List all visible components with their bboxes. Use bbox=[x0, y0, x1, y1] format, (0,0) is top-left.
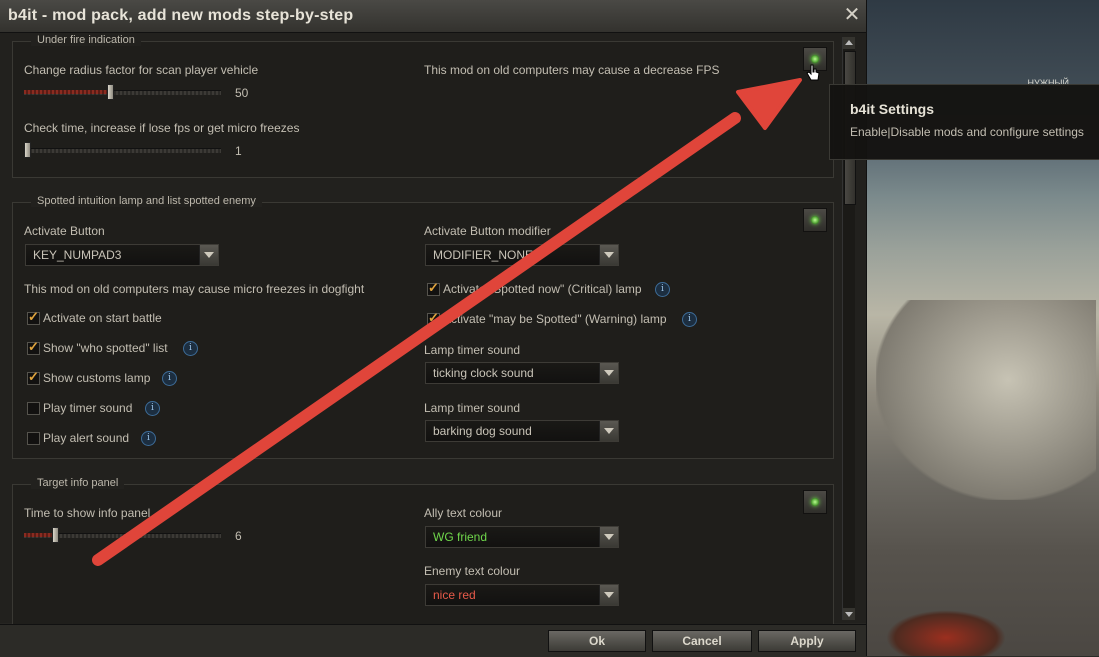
lamp-icon[interactable] bbox=[803, 490, 827, 514]
dropdown-value: KEY_NUMPAD3 bbox=[33, 248, 122, 262]
custom-lamp-checkbox[interactable] bbox=[27, 369, 40, 385]
check-time-value: 1 bbox=[235, 144, 242, 158]
check-time-label: Check time, increase if lose fps or get … bbox=[24, 121, 300, 135]
apply-button[interactable]: Apply bbox=[758, 630, 856, 652]
lamp-timer-label: Lamp timer sound bbox=[424, 401, 521, 415]
ally-colour-dropdown[interactable]: WG friend bbox=[425, 526, 619, 548]
settings-window: b4it - mod pack, add new mods step-by-st… bbox=[0, 0, 867, 657]
chevron-down-icon[interactable] bbox=[599, 421, 618, 441]
dropdown-value: ticking clock sound bbox=[433, 366, 534, 380]
timer-sound-checkbox[interactable] bbox=[27, 402, 40, 415]
dogfight-warning: This mod on old computers may cause micr… bbox=[24, 282, 365, 296]
checkbox-label: Activate "Spotted now" (Critical) lamp bbox=[443, 282, 642, 296]
section-title: Under fire indication bbox=[31, 34, 141, 46]
info-icon[interactable]: i bbox=[682, 312, 697, 327]
close-icon[interactable]: ✕ bbox=[842, 4, 862, 26]
slider-thumb[interactable] bbox=[52, 527, 59, 543]
chevron-down-icon[interactable] bbox=[599, 585, 618, 605]
section-target-info: Target info panel Time to show info pane… bbox=[12, 477, 834, 625]
enemy-colour-label: Enemy text colour bbox=[424, 564, 521, 578]
section-spotted: Spotted intuition lamp and list spotted … bbox=[12, 195, 834, 459]
radius-value: 50 bbox=[235, 86, 249, 100]
dropdown-value: WG friend bbox=[433, 530, 488, 544]
title-bar[interactable]: b4it - mod pack, add new mods step-by-st… bbox=[0, 0, 866, 33]
slider-thumb[interactable] bbox=[24, 142, 31, 158]
info-icon[interactable]: i bbox=[141, 431, 156, 446]
enemy-colour-dropdown[interactable]: nice red bbox=[425, 584, 619, 606]
chevron-down-icon[interactable] bbox=[599, 245, 618, 265]
cancel-button[interactable]: Cancel bbox=[652, 630, 752, 652]
ok-button[interactable]: Ok bbox=[548, 630, 646, 652]
checkbox-label: Show customs lamp bbox=[43, 371, 151, 385]
chevron-down-icon[interactable] bbox=[599, 363, 618, 383]
info-icon[interactable]: i bbox=[655, 282, 670, 297]
radius-label: Change radius factor for scan player veh… bbox=[24, 63, 259, 77]
activate-button-label: Activate Button bbox=[24, 224, 105, 238]
activate-button-dropdown[interactable]: KEY_NUMPAD3 bbox=[25, 244, 219, 266]
dropdown-value: nice red bbox=[433, 588, 476, 602]
lamp-timer-dropdown-2[interactable]: barking dog sound bbox=[425, 420, 619, 442]
time-info-label: Time to show info panel bbox=[24, 506, 151, 520]
fps-warning: This mod on old computers may cause a de… bbox=[424, 63, 720, 77]
spotted-now-checkbox[interactable] bbox=[427, 280, 440, 296]
checkbox-label: Activate "may be Spotted" (Warning) lamp bbox=[443, 312, 667, 326]
activate-start-checkbox[interactable] bbox=[27, 309, 40, 325]
alert-sound-checkbox[interactable] bbox=[27, 432, 40, 445]
time-info-slider[interactable] bbox=[24, 527, 221, 543]
slider-thumb[interactable] bbox=[107, 84, 114, 100]
may-be-spotted-checkbox[interactable] bbox=[427, 310, 440, 326]
lamp-timer-label: Lamp timer sound bbox=[424, 343, 521, 357]
dropdown-value: barking dog sound bbox=[433, 424, 532, 438]
tooltip-title: b4it Settings bbox=[850, 101, 935, 117]
modifier-dropdown[interactable]: MODIFIER_NONE bbox=[425, 244, 619, 266]
checkbox-label: Play timer sound bbox=[43, 401, 133, 415]
checkbox-label: Activate on start battle bbox=[43, 311, 162, 325]
hand-cursor-icon bbox=[806, 64, 820, 81]
section-title: Spotted intuition lamp and list spotted … bbox=[31, 195, 262, 207]
lamp-timer-dropdown-1[interactable]: ticking clock sound bbox=[425, 362, 619, 384]
info-icon[interactable]: i bbox=[145, 401, 160, 416]
slider-fill bbox=[24, 90, 109, 94]
checkbox-label: Play alert sound bbox=[43, 431, 130, 445]
section-title: Target info panel bbox=[31, 477, 125, 489]
scroll-up-icon[interactable] bbox=[843, 37, 855, 49]
slider-track bbox=[24, 148, 221, 153]
slider-fill bbox=[24, 533, 54, 537]
background-red-glow bbox=[886, 610, 1006, 656]
info-icon[interactable]: i bbox=[183, 341, 198, 356]
section-under-fire: Under fire indication Change radius fact… bbox=[12, 34, 834, 178]
checkbox-label: Show "who spotted" list bbox=[43, 341, 168, 355]
radius-slider[interactable] bbox=[24, 84, 221, 100]
chevron-down-icon[interactable] bbox=[199, 245, 218, 265]
lamp-icon[interactable] bbox=[803, 208, 827, 232]
check-time-slider[interactable] bbox=[24, 142, 221, 158]
time-info-value: 6 bbox=[235, 529, 242, 543]
info-icon[interactable]: i bbox=[162, 371, 177, 386]
settings-tooltip: b4it Settings Enable|Disable mods and co… bbox=[829, 84, 1099, 160]
modifier-label: Activate Button modifier bbox=[424, 224, 551, 238]
scroll-down-icon[interactable] bbox=[843, 608, 855, 620]
window-title: b4it - mod pack, add new mods step-by-st… bbox=[8, 7, 354, 24]
settings-content: Under fire indication Change radius fact… bbox=[0, 33, 866, 625]
tooltip-body: Enable|Disable mods and configure settin… bbox=[850, 125, 1084, 139]
background-tank-blur bbox=[876, 300, 1096, 500]
dropdown-value: MODIFIER_NONE bbox=[433, 248, 534, 262]
who-spotted-checkbox[interactable] bbox=[27, 339, 40, 355]
ally-colour-label: Ally text colour bbox=[424, 506, 503, 520]
chevron-down-icon[interactable] bbox=[599, 527, 618, 547]
